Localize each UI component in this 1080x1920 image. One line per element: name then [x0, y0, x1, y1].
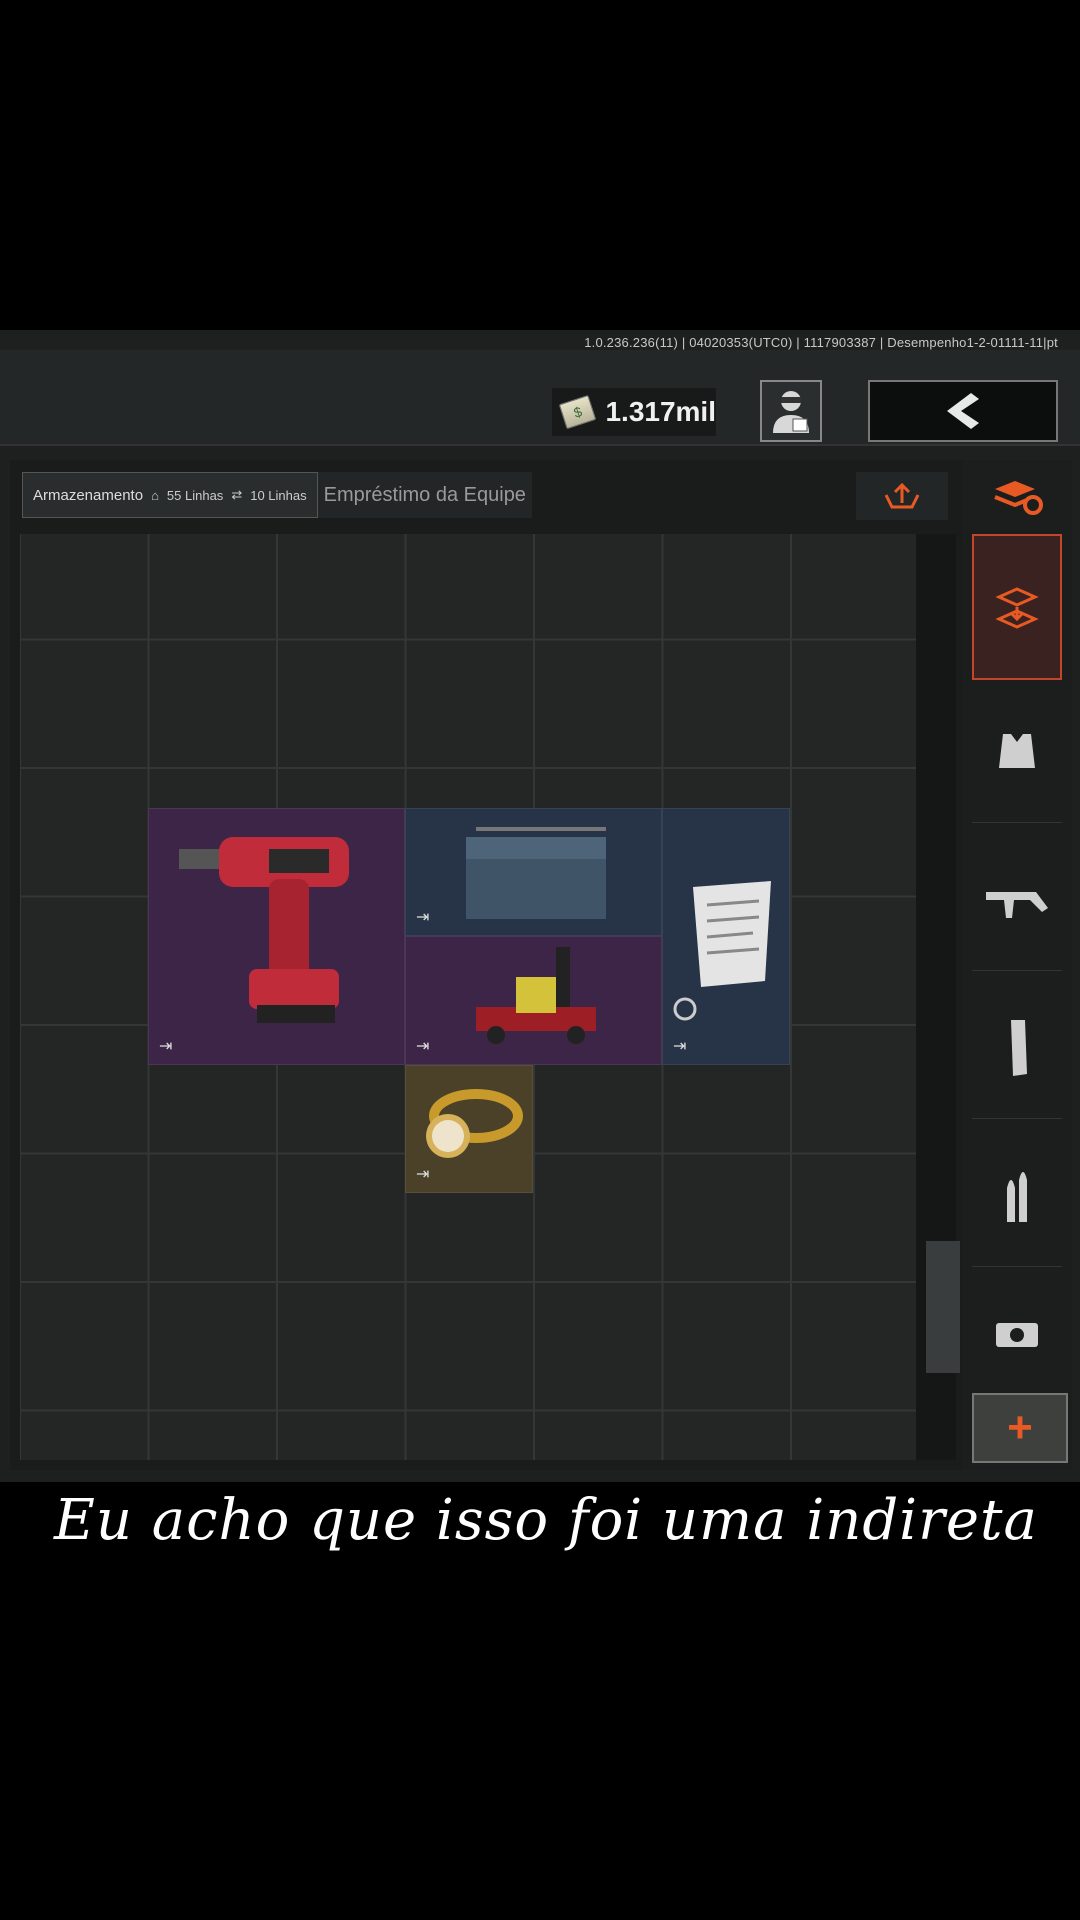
home-rows: 55 Linhas — [166, 487, 224, 503]
cash-icon: $ — [558, 394, 597, 430]
category-sidebar: + — [962, 460, 1072, 1470]
sidebar-item-vest[interactable] — [972, 682, 1062, 823]
document-icon — [673, 881, 771, 1021]
move-out-icon[interactable]: ⇥ — [416, 907, 429, 927]
soldier-icon — [773, 391, 809, 433]
scrollbar-thumb[interactable] — [926, 1241, 960, 1373]
storage-transfer-icon — [995, 587, 1039, 629]
drill-icon — [179, 837, 349, 1023]
sidebar-item-storage[interactable] — [972, 534, 1062, 680]
move-out-icon[interactable]: ⇥ — [159, 1036, 172, 1056]
sidebar-item-layers[interactable] — [972, 460, 1062, 535]
ammo-icon — [1007, 1172, 1027, 1222]
vest-icon — [999, 734, 1035, 768]
home-icon: ⌂ — [151, 487, 159, 503]
layers-refresh-icon — [994, 481, 1043, 515]
toolbox-icon — [466, 827, 606, 919]
upload-cart-icon — [884, 482, 920, 509]
money-display[interactable]: $ 1.317mil — [552, 388, 716, 436]
move-out-icon[interactable]: ⇥ — [673, 1036, 686, 1056]
sidebar-item-sight[interactable] — [972, 1274, 1062, 1392]
floor-jack-item[interactable]: ⇥ — [405, 936, 662, 1065]
drill-item[interactable]: ⇥ — [148, 808, 405, 1065]
other-rows: 10 Linhas — [250, 487, 307, 503]
profile-button[interactable] — [760, 380, 822, 442]
move-out-icon[interactable]: ⇥ — [416, 1036, 429, 1056]
version-info: 1.0.236.236(11) | 04020353(UTC0) | 11179… — [584, 335, 1058, 350]
back-button[interactable] — [868, 380, 1058, 442]
sidebar-item-ammo[interactable] — [972, 1126, 1062, 1267]
tab-storage[interactable]: Armazenamento ⌂ 55 Linhas ⇄ 10 Linhas — [22, 472, 318, 518]
document-item[interactable]: ⇥ — [662, 808, 790, 1065]
upload-button[interactable] — [856, 472, 948, 520]
storage-panel: Armazenamento ⌂ 55 Linhas ⇄ 10 Linhas Em… — [10, 460, 1072, 1470]
sidebar-item-magazine[interactable] — [972, 978, 1062, 1119]
caption-text: Eu acho que isso foi uma indireta — [54, 1488, 1038, 1553]
inventory-grid[interactable]: ⇥ ⇥ ⇥ ⇥ ⇥ — [20, 534, 916, 1460]
add-button[interactable]: + — [972, 1393, 1068, 1463]
top-bar: $ 1.317mil — [0, 350, 1080, 446]
tab-team-loan[interactable]: Empréstimo da Equipe — [317, 472, 532, 518]
move-out-icon[interactable]: ⇥ — [416, 1164, 429, 1184]
game-screen: 1.0.236.236(11) | 04020353(UTC0) | 11179… — [0, 330, 1080, 1482]
floor-jack-icon — [476, 947, 596, 1044]
toolbox-item[interactable]: ⇥ — [405, 808, 662, 936]
back-arrow-icon — [947, 393, 979, 429]
link-icon: ⇄ — [231, 487, 243, 502]
magazine-icon — [1011, 1020, 1027, 1076]
sidebar-item-rifle[interactable] — [972, 830, 1062, 971]
rifle-icon — [986, 892, 1048, 918]
sight-icon — [996, 1323, 1038, 1347]
gold-watch-item[interactable]: ⇥ — [405, 1065, 533, 1193]
money-amount: 1.317mil — [605, 396, 716, 427]
tab-storage-label: Armazenamento — [33, 486, 144, 504]
storage-tabs: Armazenamento ⌂ 55 Linhas ⇄ 10 Linhas Em… — [22, 472, 532, 518]
